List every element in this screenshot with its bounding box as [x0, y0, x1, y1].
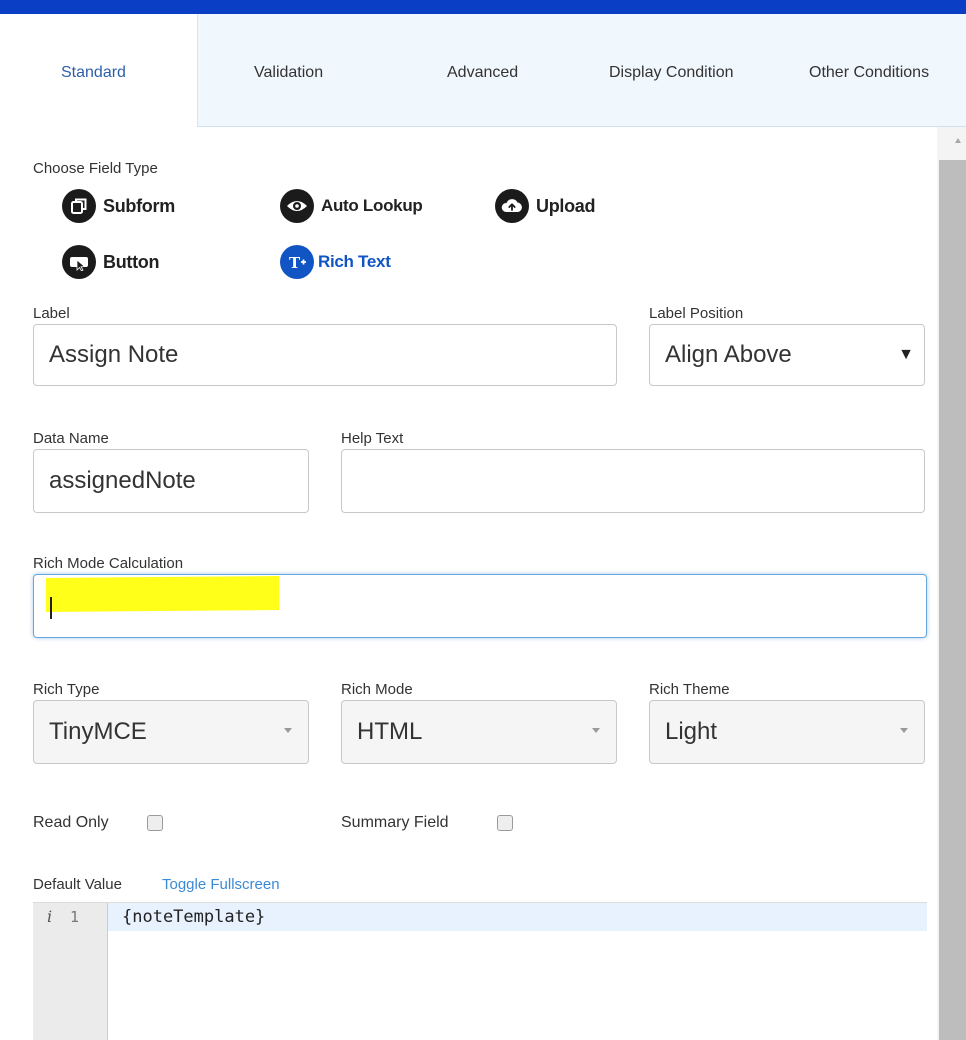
rich-mode-calculation-input[interactable] — [33, 574, 927, 638]
field-type-subform[interactable]: Subform — [62, 189, 175, 223]
subform-icon — [62, 189, 96, 223]
data-name-value: assignedNote — [49, 467, 196, 494]
data-name-label: Data Name — [33, 430, 109, 447]
rich-theme-select[interactable]: Light — [649, 700, 925, 764]
dropdown-arrow-icon: ▼ — [898, 346, 914, 363]
eye-icon — [280, 189, 314, 223]
rich-type-dropdown-arrow-icon — [284, 728, 292, 733]
label-input-value: Assign Note — [49, 341, 179, 368]
rich-type-label: Rich Type — [33, 681, 100, 698]
svg-text:T: T — [289, 254, 301, 272]
code-line[interactable]: {noteTemplate} — [122, 907, 265, 927]
label-input[interactable]: Assign Note — [33, 324, 617, 386]
cursor-click-icon — [62, 245, 96, 279]
tab-validation[interactable]: Validation — [254, 64, 323, 82]
tab-other-conditions[interactable]: Other Conditions — [809, 64, 929, 82]
default-value-code-editor[interactable]: i 1 {noteTemplate} — [33, 902, 927, 1040]
tab-standard[interactable]: Standard — [61, 64, 126, 82]
choose-field-type-heading: Choose Field Type — [33, 160, 158, 177]
field-type-rich-text-label: Rich Text — [318, 252, 391, 271]
field-type-rich-text[interactable]: T Rich Text — [280, 245, 391, 279]
rich-mode-select[interactable]: HTML — [341, 700, 617, 764]
summary-field-checkbox[interactable] — [497, 815, 513, 831]
text-caret — [50, 597, 52, 619]
label-position-select[interactable]: Align Above ▼ — [649, 324, 925, 386]
line-number: 1 — [70, 908, 80, 926]
tab-display-condition[interactable]: Display Condition — [609, 64, 734, 82]
rich-theme-value: Light — [665, 718, 718, 745]
tab-bar: Standard Validation Advanced Display Con… — [0, 14, 966, 127]
label-position-label: Label Position — [649, 305, 744, 322]
field-type-button[interactable]: Button — [62, 245, 159, 279]
tab-advanced[interactable]: Advanced — [447, 64, 518, 82]
rich-type-value: TinyMCE — [49, 718, 147, 745]
rich-theme-dropdown-arrow-icon — [900, 728, 908, 733]
upload-cloud-icon — [495, 189, 529, 223]
top-bar — [0, 0, 966, 14]
summary-field-label: Summary Field — [341, 814, 449, 831]
label-field-label: Label — [33, 305, 70, 322]
toggle-fullscreen-link[interactable]: Toggle Fullscreen — [162, 876, 280, 893]
help-text-input[interactable] — [341, 449, 925, 513]
field-type-subform-label: Subform — [103, 195, 175, 216]
yellow-highlight-mark — [46, 575, 279, 613]
data-name-input[interactable]: assignedNote — [33, 449, 309, 513]
field-type-auto-lookup-label: Auto Lookup — [321, 196, 423, 215]
rich-text-icon: T — [280, 245, 314, 279]
label-position-value: Align Above — [665, 341, 792, 368]
field-type-button-label: Button — [103, 251, 160, 272]
rich-mode-calculation-label: Rich Mode Calculation — [33, 555, 184, 572]
rich-theme-label: Rich Theme — [649, 681, 730, 698]
rich-mode-label: Rich Mode — [341, 681, 413, 698]
field-type-upload[interactable]: Upload — [495, 189, 596, 223]
rich-type-select[interactable]: TinyMCE — [33, 700, 309, 764]
read-only-label: Read Only — [33, 814, 109, 831]
rich-mode-value: HTML — [357, 718, 423, 745]
editor-gutter: i 1 — [33, 903, 108, 1040]
rich-mode-dropdown-arrow-icon — [592, 728, 600, 733]
help-text-label: Help Text — [341, 430, 404, 447]
info-icon: i — [47, 907, 53, 926]
scroll-up-arrow-icon[interactable] — [955, 138, 961, 143]
scrollbar-thumb[interactable] — [939, 160, 966, 1040]
field-type-auto-lookup[interactable]: Auto Lookup — [280, 189, 423, 223]
field-type-upload-label: Upload — [536, 195, 596, 216]
default-value-label: Default Value — [33, 876, 122, 893]
read-only-checkbox[interactable] — [147, 815, 163, 831]
